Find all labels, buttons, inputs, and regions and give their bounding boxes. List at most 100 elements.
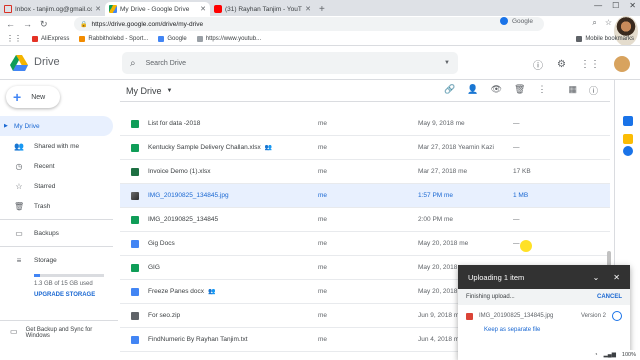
file-name: IMG_20190825_134845 [148,216,219,223]
tab-youtube[interactable]: (31) Rayhan Tanjim - YouTube ✕ [210,2,315,16]
sidebar-item-trash[interactable]: 🗑 Trash [0,196,113,216]
trash-icon[interactable]: 🗑 [514,84,525,97]
tasks-icon[interactable] [623,146,633,156]
owner-cell: me [318,192,328,199]
header-actions: ⓘ ⚙ ⋮⋮ [533,56,630,72]
sidebar-item-storage[interactable]: ≡ Storage [0,250,113,270]
link-icon[interactable]: 🔗 [444,84,455,97]
browser-actions: ⌕ ☆ [592,18,612,28]
shared-icon: 👥 [264,145,273,151]
tab-title: (31) Rayhan Tanjim - YouTube [225,5,302,13]
network-icon[interactable]: ▂▄▆ [604,352,616,358]
upgrade-storage-link[interactable]: UPGRADE STORAGE [34,292,113,298]
file-name: For seo.zip [148,312,181,319]
owner-cell: me [318,144,328,151]
apps-icon[interactable]: ⋮⋮ [6,34,22,43]
excel-icon [131,167,139,176]
drive-brand[interactable]: Drive [34,56,60,68]
breadcrumb[interactable]: My Drive ▼ [126,86,172,96]
close-icon[interactable]: ✕ [305,5,311,13]
sidebar-item-shared[interactable]: 👥 Shared with me [0,136,113,156]
search-engine-label: Google [512,17,533,25]
drive-logo-icon[interactable] [10,55,28,71]
bookmark-google[interactable]: Google [158,35,187,42]
bookmark-aliexpress[interactable]: AliExpress [32,35,69,42]
bookmark-label: Mobile bookmarks [585,35,634,42]
lock-icon: 🔒 [80,21,88,28]
settings-icon[interactable]: ⚙ [557,59,566,70]
sheets-icon [131,143,139,152]
back-icon[interactable]: ← [6,19,15,29]
close-icon[interactable]: ✕ [200,5,206,13]
backup-sync-promo[interactable]: ▭ Get Backup and Sync for Windows [0,320,118,339]
file-name-cell: List for data -2018 [148,120,318,127]
bookmark-label: https://www.youtub... [205,35,262,42]
cancel-button[interactable]: CANCEL [597,294,622,300]
help-icon[interactable]: ⓘ [533,57,543,72]
minimize-icon[interactable]: — [594,1,602,10]
aliexpress-icon [32,35,38,42]
file-row[interactable]: Kentucky Sample Delivery Challan.xlsx 👥 me… [120,136,610,160]
account-avatar[interactable] [614,56,630,72]
search-engine-chip[interactable]: Google [500,17,533,25]
collapse-icon[interactable]: ⌄ [593,273,600,282]
calendar-icon[interactable] [623,116,633,126]
apps-grid-icon[interactable]: ⋮⋮ [580,59,600,70]
modified-cell: Mar 27, 2018 Yeamin Kazi [418,144,494,151]
new-label: New [31,93,46,101]
more-options-icon[interactable]: ⋮ [537,84,546,97]
close-icon[interactable]: ✕ [613,273,620,282]
owner-cell: me [318,216,328,223]
sheets-icon [131,263,139,272]
image-file-icon [466,312,473,320]
mobile-bookmarks[interactable]: Mobile bookmarks [576,35,634,42]
tab-gmail[interactable]: Inbox - tanjim.og@gmail.com ✕ [0,2,105,16]
sidebar-item-recent[interactable]: ◷ Recent [0,156,113,176]
reload-icon[interactable]: ↻ [40,19,48,30]
computer-icon: ▭ [10,327,18,336]
notification-icon[interactable]: ◔ [594,352,597,358]
storage-bar-fill [34,274,41,277]
preview-eye-icon[interactable]: 👁 [491,84,502,97]
file-name: Freeze Panes docx [148,288,205,295]
keep-icon[interactable] [623,134,633,144]
sidebar-item-starred[interactable]: ☆ Starred [0,176,113,196]
progress-ring-icon [612,311,622,321]
add-person-icon[interactable]: 👤 [467,84,478,97]
search-options-icon[interactable]: ▼ [444,60,450,66]
people-icon: 👥 [14,141,24,151]
tab-drive[interactable]: My Drive - Google Drive ✕ [105,2,210,16]
details-icon[interactable]: ⓘ [589,84,598,97]
docs-icon [131,287,139,296]
address-bar[interactable]: 🔒 https://drive.google.com/drive/my-driv… [74,17,544,31]
divider [0,246,113,247]
forward-icon[interactable]: → [23,19,32,29]
maximize-icon[interactable]: ☐ [612,1,619,10]
mouse-cursor-highlight [520,240,532,252]
file-name-cell: Freeze Panes docx 👥 [148,288,318,295]
expand-arrow-icon[interactable]: ▶ [4,123,8,129]
bookmark-label: Google [167,35,187,42]
close-icon[interactable]: ✕ [95,5,101,13]
bookmark-star-icon[interactable]: ☆ [605,18,612,28]
grid-view-icon[interactable]: ▦ [568,84,577,97]
file-row[interactable]: List for data -2018 me May 9, 2018 me — [120,112,610,136]
close-window-icon[interactable]: ✕ [629,1,636,10]
file-row[interactable]: Invoice Demo (1).xlsx me Mar 27, 2018 me 17… [120,160,610,184]
sidebar-item-label: Shared with me [34,142,80,150]
bookmark-youtube[interactable]: https://www.youtub... [196,35,262,42]
search-icon[interactable]: ⌕ [592,18,596,28]
bookmark-rabbithole[interactable]: Rabbitholebd - Sport... [79,35,148,42]
search-icon[interactable]: ⌕ [130,58,136,69]
file-row[interactable]: Gig Docs me May 20, 2018 me — [120,232,610,256]
new-tab-button[interactable]: + [319,4,325,15]
sidebar-item-my-drive[interactable]: ▶ My Drive [0,116,113,136]
chevron-down-icon: ▼ [166,87,173,94]
file-row[interactable]: IMG_20190825_134845 me 2:00 PM me — [120,208,610,232]
new-button[interactable]: + New [6,86,60,108]
file-name: Kentucky Sample Delivery Challan.xlsx [148,144,261,151]
sidebar-item-backups[interactable]: ▭ Backups [0,223,113,243]
search-input[interactable]: ⌕ Search Drive ▼ [122,52,458,74]
file-row[interactable]: IMG_20190825_134845.jpg me 1:57 PM me 1 MB [120,184,610,208]
keep-separate-link[interactable]: Keep as separate file [458,327,630,333]
